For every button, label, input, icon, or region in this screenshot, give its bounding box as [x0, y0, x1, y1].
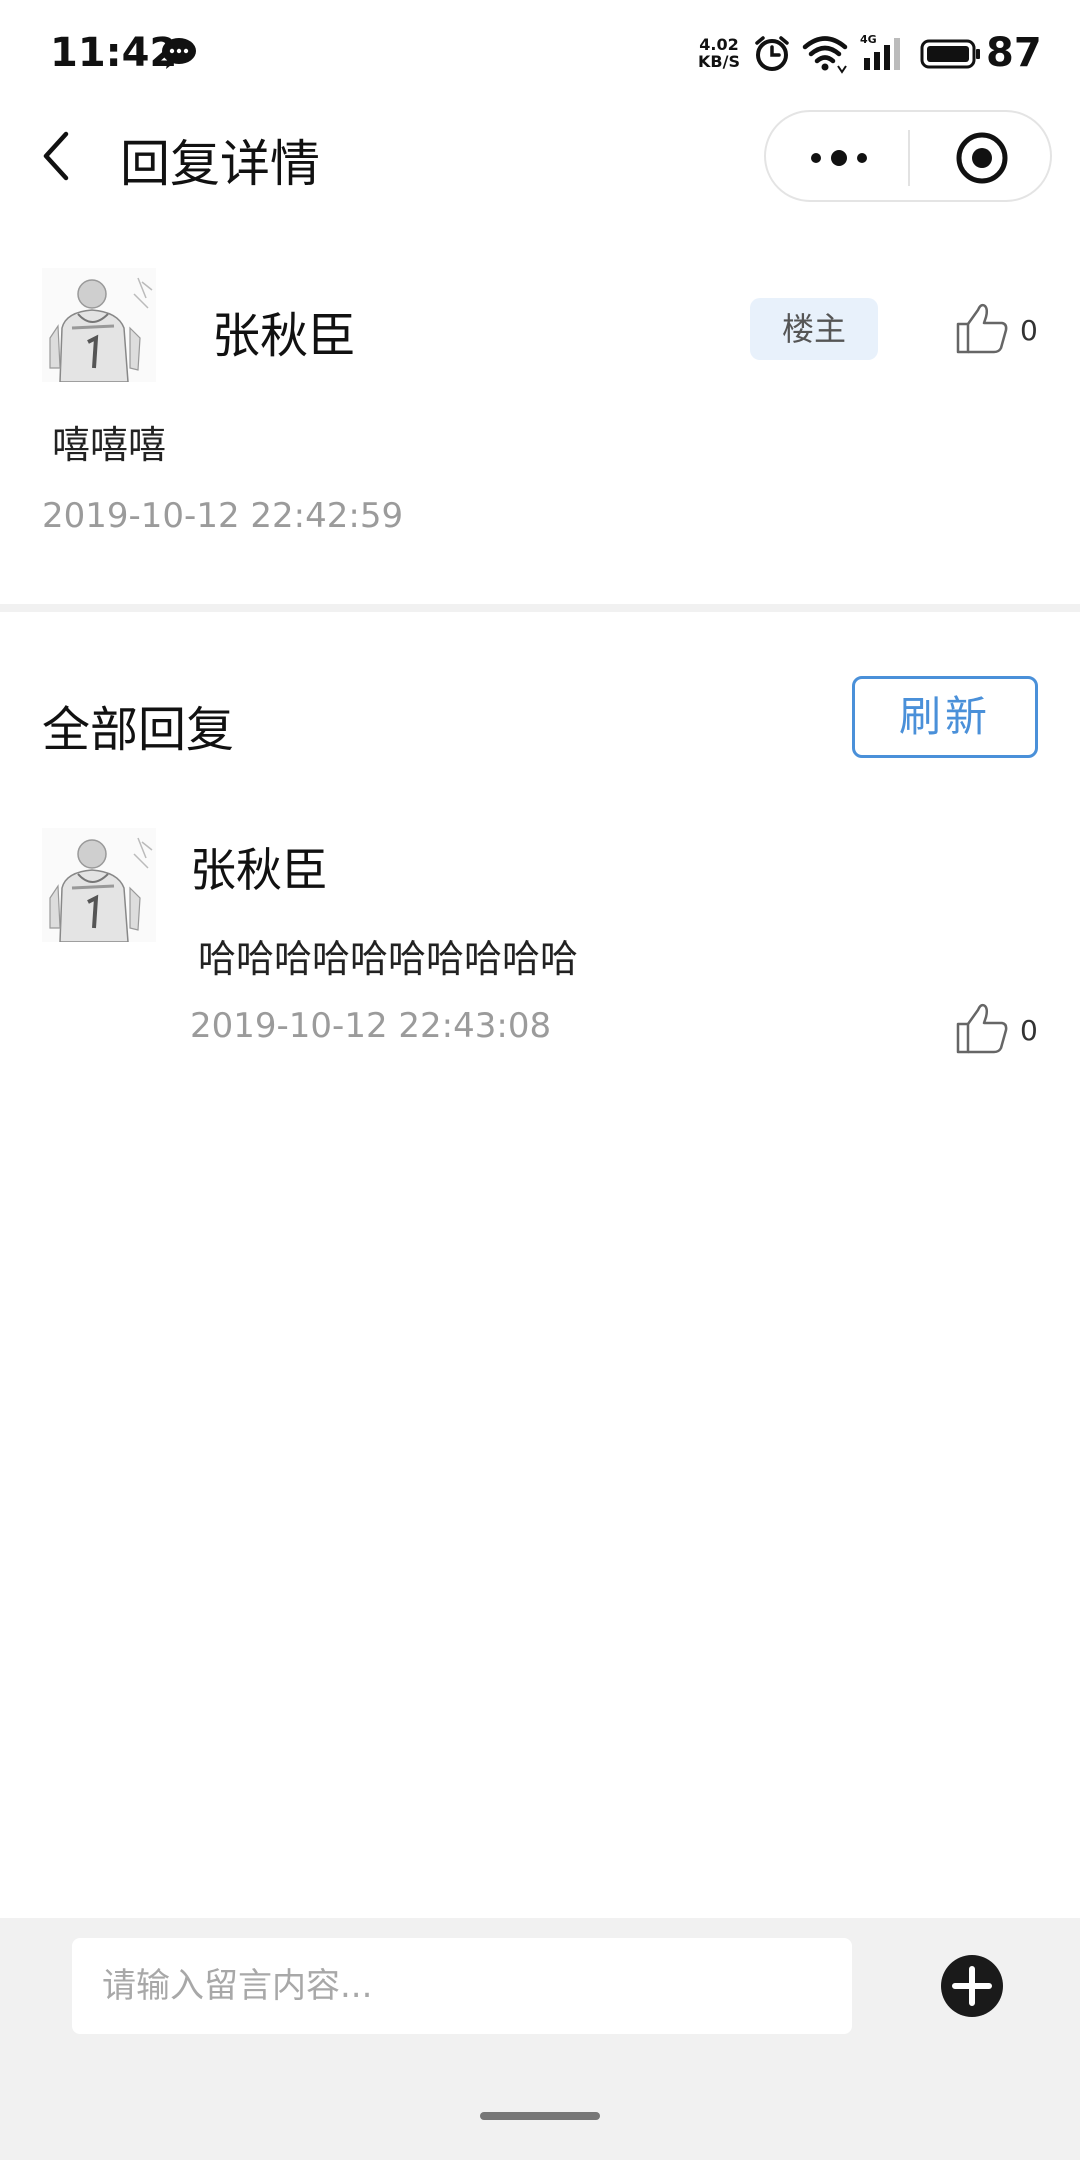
post-content: 嘻嘻嘻 — [52, 423, 167, 467]
comment-composer — [0, 1918, 1080, 2068]
home-indicator-area — [0, 2068, 1080, 2160]
network-speed-unit: KB/S — [698, 52, 740, 71]
thumbs-up-icon[interactable] — [954, 1000, 1010, 1056]
owner-badge: 楼主 — [750, 298, 878, 360]
alarm-icon — [755, 36, 789, 71]
home-indicator[interactable] — [480, 2112, 600, 2120]
author-name[interactable]: 张秋臣 — [212, 296, 356, 366]
avatar[interactable] — [42, 268, 156, 382]
svg-text:4G: 4G — [860, 33, 877, 46]
reply-detail-page: 11:42 4.02 KB/S 4G 87 回复详情 张秋臣 楼主 0 嘻嘻嘻 … — [0, 0, 1080, 2160]
comment-input[interactable] — [72, 1938, 852, 2034]
nav-bar: 回复详情 — [0, 108, 1080, 204]
replies-section-title: 全部回复 — [42, 702, 235, 758]
avatar-sketch-image — [42, 828, 156, 942]
reply-content: 哈哈哈哈哈哈哈哈哈哈 — [198, 937, 579, 981]
capsule-divider — [908, 130, 910, 186]
page-title: 回复详情 — [120, 135, 320, 193]
battery-level: 87 — [986, 30, 1042, 76]
plus-circle-icon[interactable] — [940, 1954, 1004, 2018]
reply-avatar[interactable] — [42, 828, 156, 942]
back-icon[interactable] — [36, 128, 80, 184]
status-bar: 11:42 4.02 KB/S 4G 87 — [0, 0, 1080, 108]
reply-author-name[interactable]: 张秋臣 — [190, 834, 328, 900]
section-divider — [0, 604, 1080, 612]
refresh-button[interactable]: 刷新 — [852, 676, 1038, 758]
avatar-sketch-image — [42, 268, 156, 382]
like-count: 0 — [1020, 314, 1038, 347]
more-icon[interactable] — [804, 138, 874, 178]
post-timestamp: 2019-10-12 22:42:59 — [42, 496, 404, 536]
status-time: 11:42 — [50, 30, 178, 76]
network-speed-value: 4.02 — [699, 35, 739, 54]
battery-icon — [920, 39, 980, 69]
network-speed: 4.02 KB/S — [696, 36, 742, 70]
chat-bubble-icon — [162, 38, 196, 69]
4g-signal-icon: 4G — [860, 33, 900, 70]
thumbs-up-icon[interactable] — [954, 300, 1010, 356]
close-target-icon[interactable] — [954, 130, 1010, 186]
reply-like-count: 0 — [1020, 1014, 1038, 1047]
wifi-icon — [802, 36, 848, 74]
reply-timestamp: 2019-10-12 22:43:08 — [190, 1006, 552, 1046]
miniprogram-capsule — [764, 110, 1052, 202]
